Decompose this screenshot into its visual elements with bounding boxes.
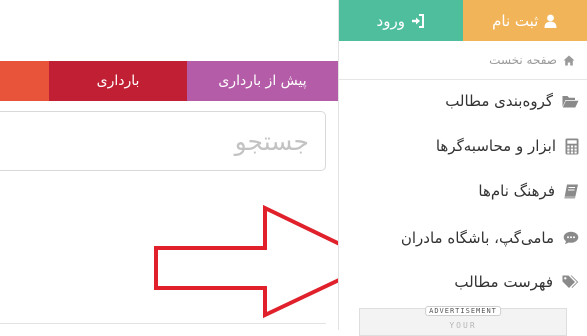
calculator-icon bbox=[565, 138, 579, 155]
sidebar-item-label: مامی‌گپ، باشگاه مادران bbox=[401, 229, 554, 247]
tab-pregnancy-label: بارداری bbox=[97, 73, 140, 89]
tab-orange[interactable] bbox=[0, 61, 49, 101]
tags-icon bbox=[562, 275, 579, 289]
breadcrumb: صفحه نخست bbox=[339, 41, 587, 80]
breadcrumb-home[interactable]: صفحه نخست bbox=[489, 53, 557, 67]
login-button[interactable]: ورود bbox=[339, 0, 463, 41]
advertisement-banner[interactable]: ADVERTISEMENT YOUR bbox=[359, 308, 567, 336]
sidebar-item-categories[interactable]: گروه‌بندی مطالب bbox=[445, 92, 579, 110]
auth-bar: ورود ثبت نام bbox=[339, 0, 587, 41]
tab-pregnancy[interactable]: بارداری bbox=[49, 61, 187, 101]
sidebar: ورود ثبت نام صفحه نخست گروه‌بندی مطالب bbox=[338, 0, 587, 330]
sign-in-icon bbox=[411, 14, 425, 28]
signup-label: ثبت نام bbox=[492, 12, 538, 30]
folder-open-icon bbox=[562, 95, 579, 108]
comment-icon bbox=[563, 231, 579, 245]
sidebar-item-label: ابزار و محاسبه‌گرها bbox=[436, 137, 556, 155]
search-box bbox=[0, 111, 326, 171]
advertisement-tag: ADVERTISEMENT bbox=[425, 306, 501, 316]
sidebar-item-mommy-chat[interactable]: مامی‌گپ، باشگاه مادران bbox=[401, 229, 579, 247]
signup-button[interactable]: ثبت نام bbox=[463, 0, 587, 41]
sidebar-item-label: فهرست مطالب bbox=[454, 273, 553, 291]
sidebar-item-tools[interactable]: ابزار و محاسبه‌گرها bbox=[436, 137, 579, 155]
sidebar-item-article-list[interactable]: فهرست مطالب bbox=[454, 273, 579, 291]
category-tabs: بارداری پیش از بارداری bbox=[0, 61, 338, 101]
sidebar-item-names[interactable]: فرهنگ نام‌ها bbox=[478, 182, 579, 200]
search-input[interactable] bbox=[0, 126, 311, 157]
tab-pre-pregnancy-label: پیش از بارداری bbox=[218, 73, 306, 89]
sidebar-item-label: گروه‌بندی مطالب bbox=[445, 92, 553, 110]
tab-pre-pregnancy[interactable]: پیش از بارداری bbox=[187, 61, 338, 101]
home-icon bbox=[563, 55, 575, 66]
advertisement-text: YOUR bbox=[449, 321, 476, 330]
login-label: ورود bbox=[377, 12, 405, 30]
book-icon bbox=[564, 184, 579, 199]
user-icon bbox=[544, 14, 557, 28]
sidebar-item-label: فرهنگ نام‌ها bbox=[478, 182, 555, 200]
